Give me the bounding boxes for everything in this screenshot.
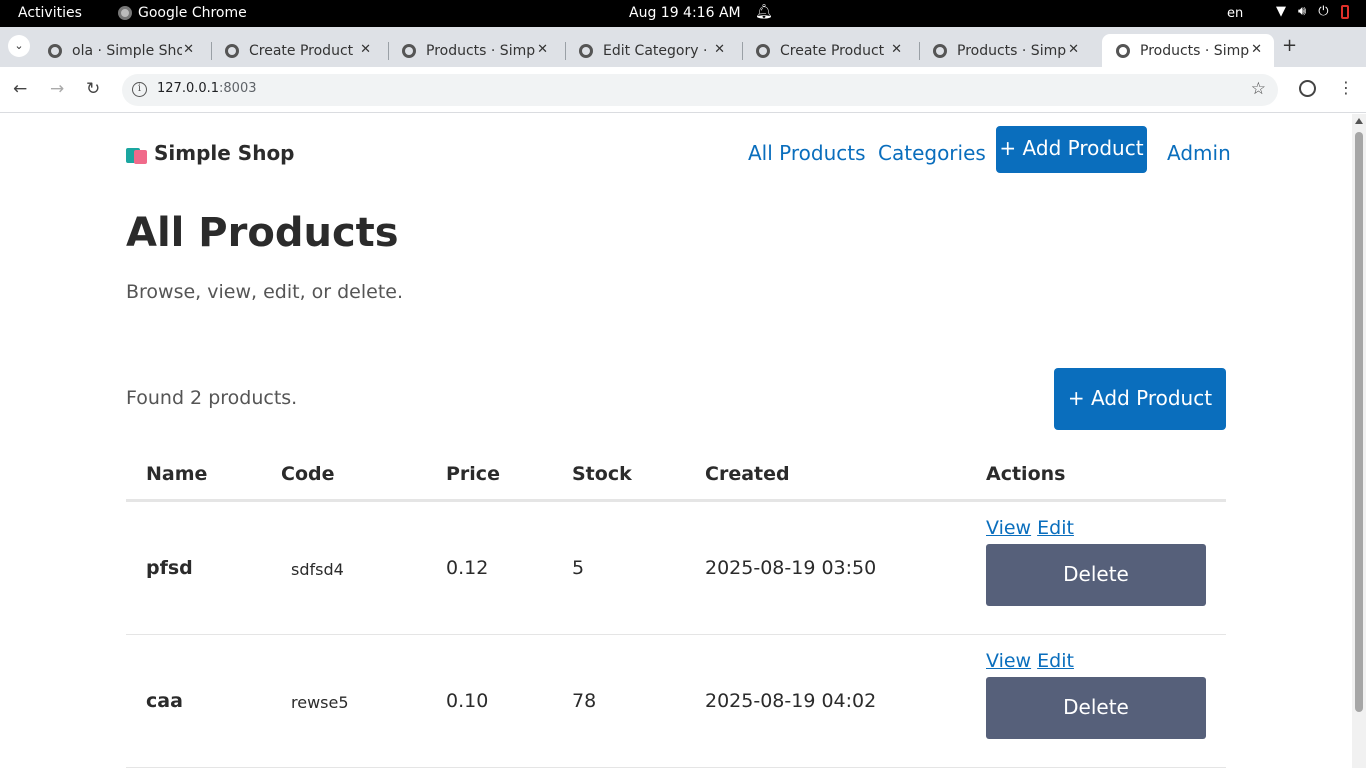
menu-kebab-icon[interactable]: ⋮ [1338, 78, 1354, 97]
delete-button[interactable]: Delete [986, 677, 1206, 739]
browser-tab-active[interactable]: Products · Simp ✕ [1102, 34, 1274, 67]
system-top-bar: Activities Google Chrome Aug 19 4:16 AM … [0, 0, 1366, 27]
site-brand[interactable]: Simple Shop [126, 141, 295, 165]
product-code: rewse5 [291, 693, 349, 712]
globe-icon [225, 43, 239, 58]
edit-link[interactable]: Edit [1037, 650, 1074, 672]
tab-strip: ⌄ ola · Simple Sho ✕ Create Product ✕ Pr… [0, 27, 1366, 67]
page-title: All Products [126, 210, 399, 256]
nav-add-product-button[interactable]: + Add Product [996, 126, 1147, 173]
url-host: 127.0.0.1 [157, 81, 220, 96]
column-header-name: Name [146, 463, 208, 485]
clock[interactable]: Aug 19 4:16 AM [629, 5, 741, 21]
chrome-icon [118, 6, 132, 20]
globe-icon [756, 43, 770, 58]
product-stock: 5 [572, 557, 585, 579]
shopping-bags-icon [126, 142, 148, 164]
close-icon[interactable]: ✕ [183, 42, 194, 57]
browser-toolbar: ← → ↻ i 127.0.0.1:8003 ☆ ⋮ [0, 67, 1366, 113]
browser-tab[interactable]: Edit Category · ✕ [565, 34, 737, 67]
close-icon[interactable]: ✕ [537, 42, 548, 57]
app-name: Google Chrome [138, 5, 247, 21]
back-arrow-icon[interactable]: ← [13, 79, 27, 99]
url-text: 127.0.0.1:8003 [157, 81, 257, 96]
close-icon[interactable]: ✕ [1251, 42, 1262, 57]
page-subtitle: Browse, view, edit, or delete. [126, 281, 404, 303]
scrollbar-thumb[interactable] [1355, 132, 1363, 712]
table-row: caa rewse5 0.10 78 2025-08-19 04:02 View… [126, 635, 1226, 768]
address-bar[interactable]: i 127.0.0.1:8003 ☆ [122, 74, 1278, 106]
language-indicator[interactable]: en [1227, 6, 1243, 21]
tab-title: Products · Simp [426, 42, 536, 59]
reload-icon[interactable]: ↻ [86, 79, 100, 99]
browser-tab[interactable]: Products · Simp ✕ [919, 34, 1091, 67]
table-row: pfsd sdfsd4 0.12 5 2025-08-19 03:50 View… [126, 502, 1226, 635]
view-link[interactable]: View [986, 650, 1031, 672]
page-scrollbar[interactable] [1352, 114, 1366, 768]
web-page: Simple Shop All Products Categories + Ad… [0, 114, 1352, 768]
close-icon[interactable]: ✕ [360, 42, 371, 57]
close-icon[interactable]: ✕ [1068, 42, 1079, 57]
tab-title: Products · Simp [1140, 42, 1250, 59]
tab-title: Create Product [249, 42, 354, 59]
scroll-up-arrow-icon[interactable] [1355, 118, 1363, 124]
product-name: caa [146, 690, 183, 712]
wifi-icon: ▼ [1276, 4, 1286, 19]
nav-categories[interactable]: Categories [878, 141, 986, 165]
close-icon[interactable]: ✕ [714, 42, 725, 57]
battery-icon [1340, 5, 1349, 19]
globe-icon [402, 43, 416, 58]
volume-icon: 🔊︎ [1298, 4, 1307, 19]
column-header-price: Price [446, 463, 500, 485]
new-tab-button[interactable]: + [1282, 35, 1297, 56]
nav-all-products[interactable]: All Products [748, 141, 866, 165]
url-port: :8003 [219, 81, 257, 96]
table-header: Name Code Price Stock Created Actions [126, 455, 1226, 502]
browser-tab[interactable]: Products · Simp ✕ [388, 34, 560, 67]
browser-tab[interactable]: ola · Simple Sho ✕ [34, 34, 206, 67]
app-menu[interactable]: Google Chrome [118, 5, 247, 21]
tab-title: ola · Simple Sho [72, 42, 182, 59]
nav-admin[interactable]: Admin [1167, 141, 1231, 165]
tab-title: Create Product [780, 42, 885, 59]
add-product-button[interactable]: + Add Product [1054, 368, 1226, 430]
site-info-icon[interactable]: i [132, 82, 147, 97]
power-icon: ⏻ [1318, 4, 1329, 19]
product-created: 2025-08-19 03:50 [705, 557, 877, 579]
tab-search-button[interactable]: ⌄ [8, 35, 30, 57]
globe-icon [933, 43, 947, 58]
product-price: 0.12 [446, 557, 489, 579]
product-code: sdfsd4 [291, 560, 344, 579]
browser-tab[interactable]: Create Product ✕ [211, 34, 383, 67]
column-header-code: Code [281, 463, 335, 485]
system-status-area[interactable]: ▼ 🔊︎ ⏻ [1276, 4, 1349, 19]
column-header-actions: Actions [986, 463, 1066, 485]
product-name: pfsd [146, 557, 193, 579]
product-price: 0.10 [446, 690, 489, 712]
product-created: 2025-08-19 04:02 [705, 690, 877, 712]
results-count: Found 2 products. [126, 387, 298, 409]
bell-icon: 🔔︎ [755, 4, 773, 20]
globe-icon [579, 43, 593, 58]
brand-name: Simple Shop [154, 141, 295, 165]
tab-title: Edit Category · [603, 42, 708, 59]
activities-button[interactable]: Activities [18, 5, 82, 21]
globe-icon [48, 43, 62, 58]
bookmark-star-icon[interactable]: ☆ [1251, 79, 1266, 99]
column-header-stock: Stock [572, 463, 632, 485]
delete-button[interactable]: Delete [986, 544, 1206, 606]
product-stock: 78 [572, 690, 597, 712]
column-header-created: Created [705, 463, 790, 485]
row-actions: View Edit [986, 517, 1074, 539]
browser-tab[interactable]: Create Product ✕ [742, 34, 914, 67]
view-link[interactable]: View [986, 517, 1031, 539]
row-actions: View Edit [986, 650, 1074, 672]
globe-icon [1116, 43, 1130, 58]
forward-arrow-icon[interactable]: → [50, 79, 64, 99]
close-icon[interactable]: ✕ [891, 42, 902, 57]
edit-link[interactable]: Edit [1037, 517, 1074, 539]
tab-title: Products · Simp [957, 42, 1067, 59]
profile-icon[interactable] [1299, 80, 1316, 97]
